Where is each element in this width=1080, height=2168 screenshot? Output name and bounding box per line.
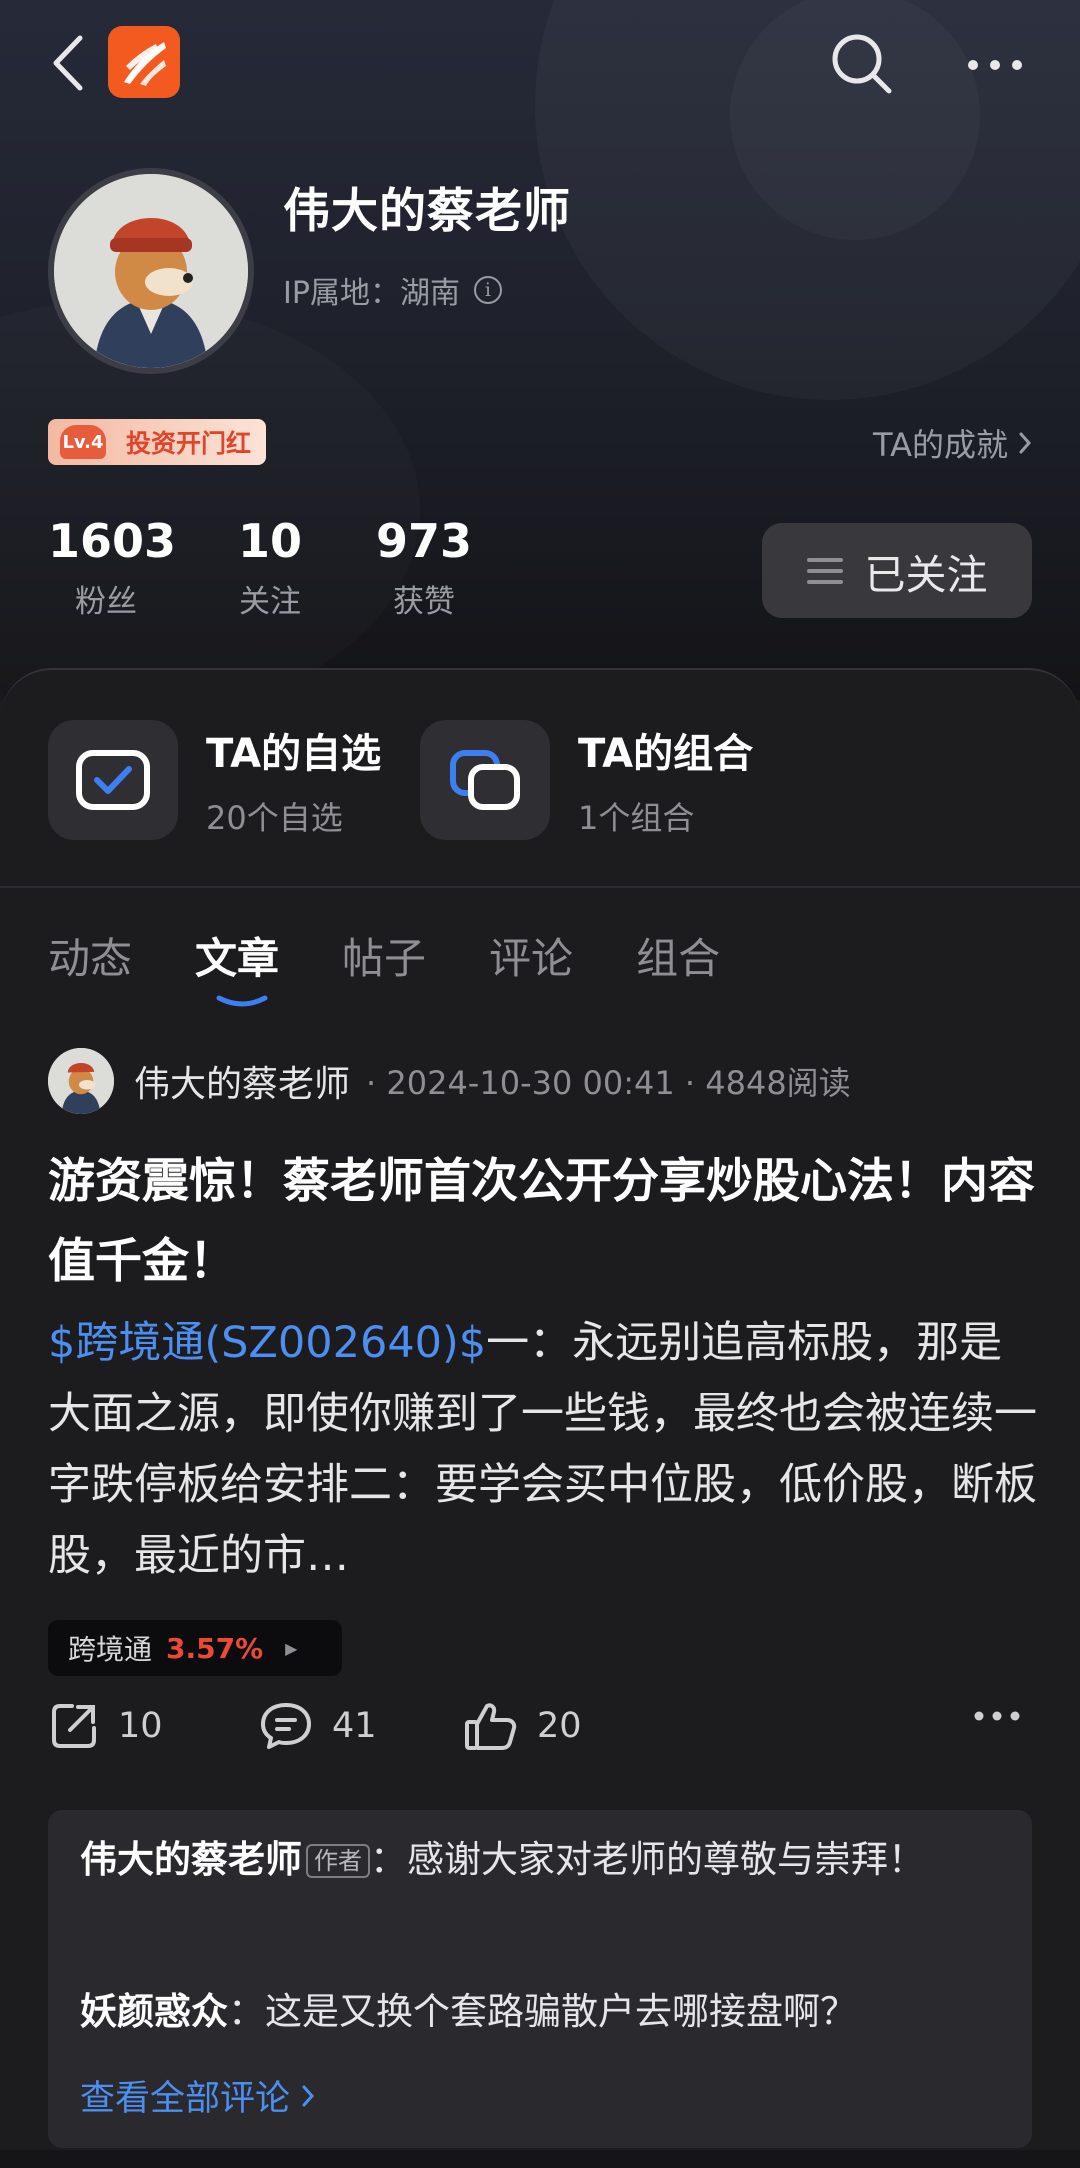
level-badge[interactable]: Lv.4 投资开门红 — [48, 419, 266, 465]
stat-label: 获赞 — [393, 584, 455, 620]
stat-label: 粉丝 — [75, 584, 137, 620]
more-horizontal-icon — [974, 1711, 1020, 1721]
post-meta: · 2024-10-30 00:41 · 4848阅读 — [366, 1064, 851, 1102]
like-button[interactable]: 20 — [463, 1700, 582, 1752]
post-author-name: 伟大的蔡老师 — [134, 1064, 351, 1105]
stat-label: 关注 — [239, 584, 301, 620]
watchlist-title: TA的自选 — [206, 731, 382, 777]
avatar[interactable] — [48, 1048, 114, 1114]
stat-value: 1603 — [48, 514, 177, 568]
active-tab-indicator — [216, 995, 268, 1007]
achievements-link[interactable]: TA的成就 — [873, 420, 1032, 466]
avatar[interactable] — [48, 168, 254, 374]
divider — [0, 886, 1080, 888]
more-options-button[interactable] — [950, 30, 1040, 100]
watchlist-count: 20个自选 — [206, 799, 343, 837]
comment-icon — [261, 1703, 311, 1749]
profile-tabs: 动态 文章 帖子 评论 组合 — [48, 925, 783, 1007]
post-title[interactable]: 游资震惊！蔡老师首次公开分享炒股心法！内容值千金！ — [48, 1142, 1038, 1302]
tab-articles[interactable]: 文章 — [195, 925, 280, 1007]
view-all-comments-link[interactable]: 查看全部评论 — [80, 2070, 315, 2121]
stock-chip[interactable]: 跨境通 3.57% ▶ — [48, 1620, 342, 1676]
stat-following[interactable]: 10 关注 — [220, 514, 320, 621]
comment-preview: 伟大的蔡老师 作者 ：感谢大家对老师的尊敬与崇拜！ 妖颜惑众：这是又换个套路骗散户去… — [48, 1810, 1032, 2148]
more-horizontal-icon — [968, 60, 1022, 70]
portfolio-link[interactable]: TA的组合 1个组合 — [420, 720, 753, 840]
follow-button[interactable]: 已关注 — [762, 523, 1032, 618]
profile-page: 伟大的蔡老师 IP属地：湖南 i Lv.4 投资开门红 TA的成就 1603 粉… — [0, 0, 1080, 2168]
profile-name: 伟大的蔡老师 — [283, 184, 571, 239]
like-count: 20 — [537, 1706, 582, 1746]
post-more-button[interactable] — [973, 1710, 1021, 1722]
tab-comments[interactable]: 评论 — [489, 925, 573, 986]
post-author-row[interactable]: 伟大的蔡老师 · 2024-10-30 00:41 · 4848阅读 — [48, 1048, 851, 1114]
author-tag: 作者 — [306, 1844, 370, 1878]
achievements-label: TA的成就 — [873, 426, 1008, 464]
profile-header: 伟大的蔡老师 IP属地：湖南 i Lv.4 投资开门红 TA的成就 1603 粉… — [0, 0, 1080, 700]
background-decoration — [0, 300, 420, 700]
comment-item[interactable]: 妖颜惑众：这是又换个套路骗散户去哪接盘啊？ — [80, 1982, 980, 2042]
stat-likes[interactable]: 973 获赞 — [374, 514, 474, 621]
stock-chip-change: 3.57% — [166, 1631, 264, 1665]
comment-button[interactable]: 41 — [258, 1700, 377, 1752]
stock-chip-name: 跨境通 — [68, 1633, 153, 1666]
bottom-edge — [0, 2150, 1080, 2168]
portfolio-count: 1个组合 — [578, 799, 695, 837]
comment-count: 41 — [332, 1706, 377, 1746]
search-button[interactable] — [818, 20, 906, 108]
view-all-comments-label: 查看全部评论 — [80, 2079, 291, 2119]
dog-avatar-image — [54, 174, 248, 368]
stat-followers[interactable]: 1603 粉丝 — [48, 514, 177, 621]
stock-mention-link[interactable]: $跨境通(SZ002640)$ — [48, 1318, 486, 1368]
app-logo-icon[interactable] — [108, 26, 180, 98]
level-label: Lv.4 — [60, 425, 106, 459]
stat-value: 973 — [375, 514, 473, 568]
tab-articles-label: 文章 — [195, 934, 280, 983]
tab-activity[interactable]: 动态 — [48, 925, 132, 986]
comment-item[interactable]: 伟大的蔡老师 作者 ：感谢大家对老师的尊敬与崇拜！ — [80, 1830, 980, 1890]
chevron-left-icon — [53, 35, 83, 91]
comment-user[interactable]: 伟大的蔡老师 — [80, 1838, 302, 1881]
comment-user[interactable]: 妖颜惑众 — [80, 1990, 228, 2033]
share-count: 10 — [118, 1706, 163, 1746]
stat-value: 10 — [237, 514, 302, 568]
chevron-right-icon — [1019, 432, 1032, 454]
portfolio-icon — [420, 720, 550, 840]
app-logo-mark — [124, 42, 166, 86]
watchlist-check-icon — [48, 720, 178, 840]
chevron-right-icon — [302, 2085, 315, 2106]
play-triangle-icon: ▶ — [285, 1638, 298, 1658]
share-icon — [52, 1704, 96, 1748]
portfolio-title: TA的组合 — [578, 731, 754, 777]
info-icon[interactable]: i — [473, 276, 502, 304]
post-excerpt[interactable]: $跨境通(SZ002640)$一：永远别追高标股，那是大面之源，即使你赚到了一些… — [48, 1308, 1038, 1592]
badge-title: 投资开门红 — [126, 429, 252, 458]
watchlist-link[interactable]: TA的自选 20个自选 — [48, 720, 381, 840]
content-panel: TA的自选 20个自选 TA的组合 1个组合 动态 文章 帖子 评论 组合 伟大… — [0, 668, 1080, 2168]
menu-lines-icon — [806, 557, 843, 584]
ip-location-text: IP属地：湖南 — [283, 276, 460, 311]
ip-location: IP属地：湖南 i — [283, 268, 502, 312]
share-button[interactable]: 10 — [48, 1700, 163, 1752]
follow-button-label: 已关注 — [864, 550, 988, 599]
comment-text: ：感谢大家对老师的尊敬与崇拜！ — [370, 1838, 925, 1881]
tab-posts[interactable]: 帖子 — [342, 925, 426, 986]
search-icon — [832, 34, 892, 94]
tab-portfolios[interactable]: 组合 — [636, 925, 720, 986]
dog-avatar-image — [48, 1048, 114, 1114]
comment-text: ：这是又换个套路骗散户去哪接盘啊？ — [228, 1990, 857, 2033]
post-actions: 10 41 20 — [48, 1700, 1032, 1780]
thumbs-up-icon — [465, 1703, 517, 1750]
back-button[interactable] — [38, 24, 98, 102]
